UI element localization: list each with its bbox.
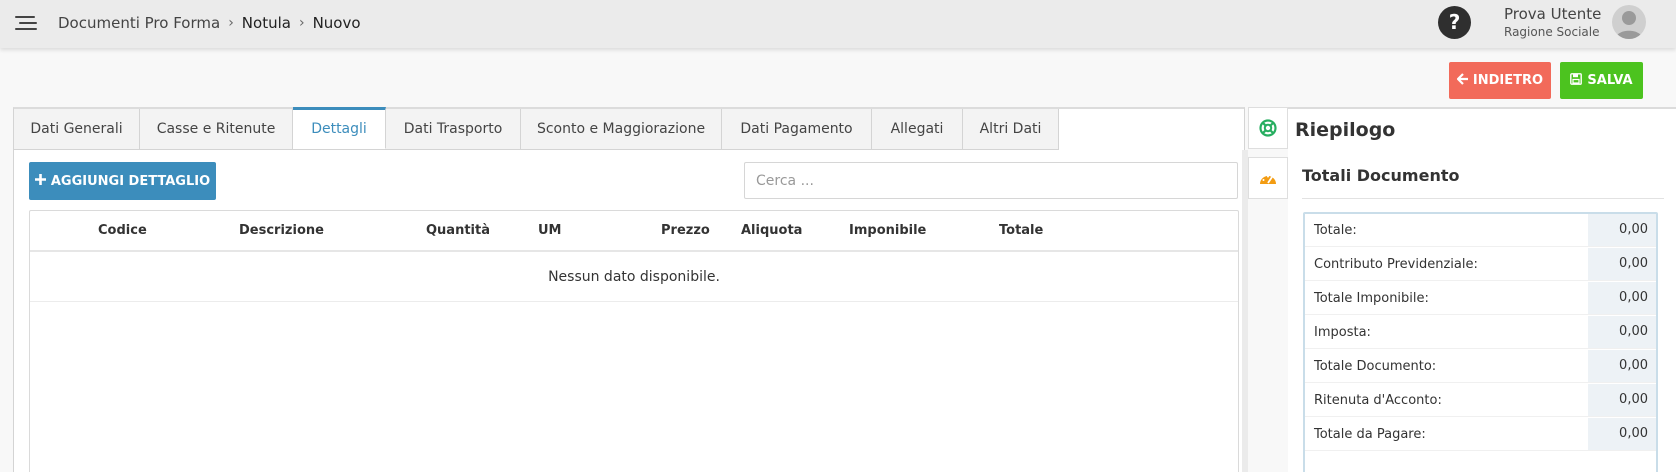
totals-row-totale: Totale: 0,00 xyxy=(1305,214,1656,247)
totals-row-imposta: Imposta: 0,00 xyxy=(1305,316,1656,349)
column-header-codice[interactable]: Codice xyxy=(98,223,147,238)
tab-dettagli[interactable]: Dettagli xyxy=(293,107,386,149)
totals-row-da-pagare: Totale da Pagare: 0,00 xyxy=(1305,418,1656,451)
totals-label: Ritenuta d'Acconto: xyxy=(1314,393,1442,408)
column-header-totale[interactable]: Totale xyxy=(999,223,1043,238)
column-header-quantita[interactable]: Quantità xyxy=(426,223,490,238)
back-button-label: INDIETRO xyxy=(1472,73,1544,88)
totals-label: Totale da Pagare: xyxy=(1314,427,1426,442)
divider xyxy=(1302,198,1664,199)
breadcrumb-item-nuovo: Nuovo xyxy=(312,14,361,32)
breadcrumb-item-notula[interactable]: Notula xyxy=(242,14,291,32)
add-detail-label: AGGIUNGI DETTAGLIO xyxy=(50,173,211,189)
totals-value: 0,00 xyxy=(1588,418,1656,450)
tab-sconto-maggiorazione[interactable]: Sconto e Maggiorazione xyxy=(521,109,722,149)
summary-title: Riepilogo xyxy=(1295,119,1396,141)
totals-value: 0,00 xyxy=(1588,384,1656,416)
save-button-label: SALVA xyxy=(1587,73,1633,88)
breadcrumb-item-documenti[interactable]: Documenti Pro Forma xyxy=(58,14,220,32)
back-button[interactable]: INDIETRO xyxy=(1449,62,1551,99)
totals-row-contributo: Contributo Previdenziale: 0,00 xyxy=(1305,248,1656,281)
tab-dati-pagamento[interactable]: Dati Pagamento xyxy=(722,109,872,149)
column-header-prezzo[interactable]: Prezzo xyxy=(661,223,710,238)
tab-allegati[interactable]: Allegati xyxy=(872,109,963,149)
search-input[interactable] xyxy=(744,162,1238,199)
dashboard-gauge-icon[interactable] xyxy=(1248,157,1288,199)
totals-table: Totale: 0,00 Contributo Previdenziale: 0… xyxy=(1303,212,1658,472)
totals-label: Totale Documento: xyxy=(1314,359,1437,374)
column-header-descrizione[interactable]: Descrizione xyxy=(239,223,324,238)
top-header: Documenti Pro Forma › Notula › Nuovo ? P… xyxy=(0,0,1676,48)
save-button[interactable]: SALVA xyxy=(1560,62,1643,99)
hamburger-menu-icon[interactable] xyxy=(15,14,37,32)
totals-label: Contributo Previdenziale: xyxy=(1314,257,1478,272)
add-detail-button[interactable]: AGGIUNGI DETTAGLIO xyxy=(29,162,216,200)
plus-icon xyxy=(34,173,46,189)
table-header: Codice Descrizione Quantità UM Prezzo Al… xyxy=(30,211,1238,252)
breadcrumb: Documenti Pro Forma › Notula › Nuovo xyxy=(58,14,361,32)
arrow-left-icon xyxy=(1456,72,1469,89)
user-avatar-icon[interactable] xyxy=(1612,5,1646,39)
summary-panel: Riepilogo Totali Documento Totale: 0,00 … xyxy=(1288,107,1676,472)
column-header-imponibile[interactable]: Imponibile xyxy=(849,223,926,238)
totals-value: 0,00 xyxy=(1588,214,1656,246)
question-circle-icon[interactable]: ? xyxy=(1438,6,1471,39)
totals-value: 0,00 xyxy=(1588,282,1656,314)
empty-table-message: Nessun dato disponibile. xyxy=(30,252,1238,302)
totals-label: Totale: xyxy=(1314,223,1357,238)
totals-value: 0,00 xyxy=(1588,350,1656,382)
chevron-right-icon: › xyxy=(298,15,305,31)
column-header-um[interactable]: UM xyxy=(538,223,562,238)
tab-dati-trasporto[interactable]: Dati Trasporto xyxy=(386,109,521,149)
summary-side-tabs xyxy=(1248,107,1288,472)
chevron-right-icon: › xyxy=(228,15,234,31)
totals-value: 0,00 xyxy=(1588,316,1656,348)
tab-bar: Dati Generali Casse e Ritenute Dettagli … xyxy=(14,107,1059,150)
totals-label: Imposta: xyxy=(1314,325,1371,340)
details-panel: Dati Generali Casse e Ritenute Dettagli … xyxy=(13,107,1245,472)
totals-row-imponibile: Totale Imponibile: 0,00 xyxy=(1305,282,1656,315)
user-name[interactable]: Prova Utente xyxy=(1504,5,1601,23)
tab-altri-dati[interactable]: Altri Dati xyxy=(963,109,1059,149)
details-table: Codice Descrizione Quantità UM Prezzo Al… xyxy=(29,210,1239,472)
tab-dati-generali[interactable]: Dati Generali xyxy=(14,109,140,149)
life-ring-icon[interactable] xyxy=(1248,107,1288,149)
tab-casse-ritenute[interactable]: Casse e Ritenute xyxy=(140,109,293,149)
totals-label: Totale Imponibile: xyxy=(1314,291,1429,306)
user-company: Ragione Sociale xyxy=(1504,25,1600,39)
column-header-aliquota[interactable]: Aliquota xyxy=(741,223,802,238)
totals-row-ritenuta: Ritenuta d'Acconto: 0,00 xyxy=(1305,384,1656,417)
totals-value: 0,00 xyxy=(1588,248,1656,280)
floppy-disk-icon xyxy=(1570,72,1583,89)
totals-row-documento: Totale Documento: 0,00 xyxy=(1305,350,1656,383)
totals-section-title: Totali Documento xyxy=(1302,166,1460,185)
